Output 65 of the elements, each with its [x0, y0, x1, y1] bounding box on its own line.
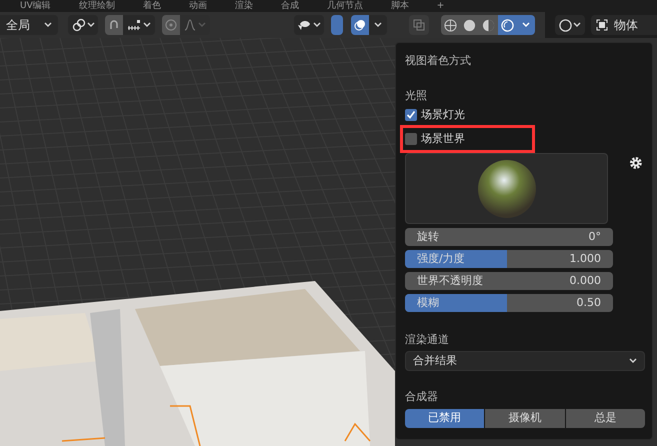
falloff-curve-icon — [184, 19, 196, 31]
compositor-option[interactable]: 总是 — [566, 409, 645, 428]
workspace-tab[interactable]: 几何节点 — [326, 2, 363, 10]
xray-icon — [413, 19, 425, 31]
render-pass-dropdown[interactable]: 合并结果 — [405, 351, 645, 371]
snap-target-dropdown[interactable] — [123, 15, 155, 35]
proportional-edit-toggle[interactable] — [162, 15, 180, 35]
workspace-tab[interactable]: 动画 — [188, 2, 207, 10]
hdri-sphere-drawing — [476, 158, 537, 218]
chevron-icon — [573, 22, 581, 28]
section-label: 光照 — [405, 88, 428, 104]
sphere-icon — [501, 18, 514, 32]
workspace-tab[interactable]: 脚本 — [390, 2, 409, 10]
compositor-option[interactable]: 已禁用 — [405, 409, 484, 428]
link-icon — [72, 18, 86, 32]
workspace-tab[interactable]: 着色 — [142, 2, 161, 10]
circle-icon — [559, 18, 572, 32]
shading-mode-button[interactable] — [441, 15, 460, 35]
slider-field[interactable]: 强度/力度 1.000 — [405, 250, 613, 268]
sphere-icon — [444, 18, 457, 32]
sphere-icon — [482, 18, 495, 32]
chevron-icon — [522, 22, 530, 28]
sphere-icon — [463, 18, 476, 32]
workspace-tab[interactable]: UV编辑 — [20, 2, 51, 10]
shading-mode-button[interactable] — [498, 15, 517, 35]
shading-dropdown[interactable] — [517, 15, 535, 35]
workspace-tab[interactable]: 渲染 — [234, 2, 253, 10]
checkbox[interactable]: 场景灯光 — [405, 106, 465, 124]
chevron-icon — [198, 22, 206, 28]
overlays-icon — [354, 19, 366, 31]
chevron-icon — [313, 22, 321, 28]
pivot-dropdown[interactable] — [68, 15, 98, 35]
number-field[interactable]: 世界不透明度 0.000 — [405, 272, 613, 290]
check-icon — [406, 110, 416, 120]
workspace-tab[interactable]: 合成 — [280, 2, 299, 10]
increment-icon — [127, 19, 141, 31]
chevron-icon — [143, 22, 151, 28]
chevron-icon — [374, 22, 382, 28]
target-icon — [165, 19, 177, 31]
eye-pointer-icon — [297, 19, 311, 31]
shading-mode-button[interactable] — [479, 15, 498, 35]
popover-title: 视图着色方式 — [405, 53, 472, 69]
overlays-dropdown[interactable] — [369, 15, 387, 35]
chevron-icon — [629, 358, 637, 364]
settings-icon[interactable] — [629, 156, 643, 170]
checkbox[interactable]: 场景世界 — [405, 130, 465, 148]
compositor-option[interactable]: 摄像机 — [485, 409, 565, 428]
number-field[interactable]: 旋转 0° — [405, 228, 613, 246]
workspace-tab[interactable]: 纹理绘制 — [78, 2, 115, 10]
workspace-tab[interactable]: + — [436, 2, 444, 10]
gizmo-toggle[interactable] — [331, 15, 343, 35]
square-icon — [596, 19, 608, 31]
orientation-dropdown[interactable]: 全局 — [0, 15, 58, 35]
slider-field[interactable]: 模糊 0.50 — [405, 294, 613, 312]
mode-dropdown[interactable]: 物体 — [591, 15, 657, 35]
visibility-dropdown[interactable] — [294, 15, 324, 35]
chevron-icon — [86, 22, 94, 28]
object-gizmo-dropdown[interactable] — [555, 15, 585, 35]
chevron-icon — [44, 22, 52, 28]
magnet-icon — [108, 19, 120, 31]
snap-toggle[interactable] — [105, 15, 123, 35]
overlays-toggle[interactable] — [351, 15, 369, 35]
xray-toggle[interactable] — [409, 15, 429, 35]
section-label: 渲染通道 — [405, 332, 450, 348]
section-label: 合成器 — [405, 389, 439, 405]
